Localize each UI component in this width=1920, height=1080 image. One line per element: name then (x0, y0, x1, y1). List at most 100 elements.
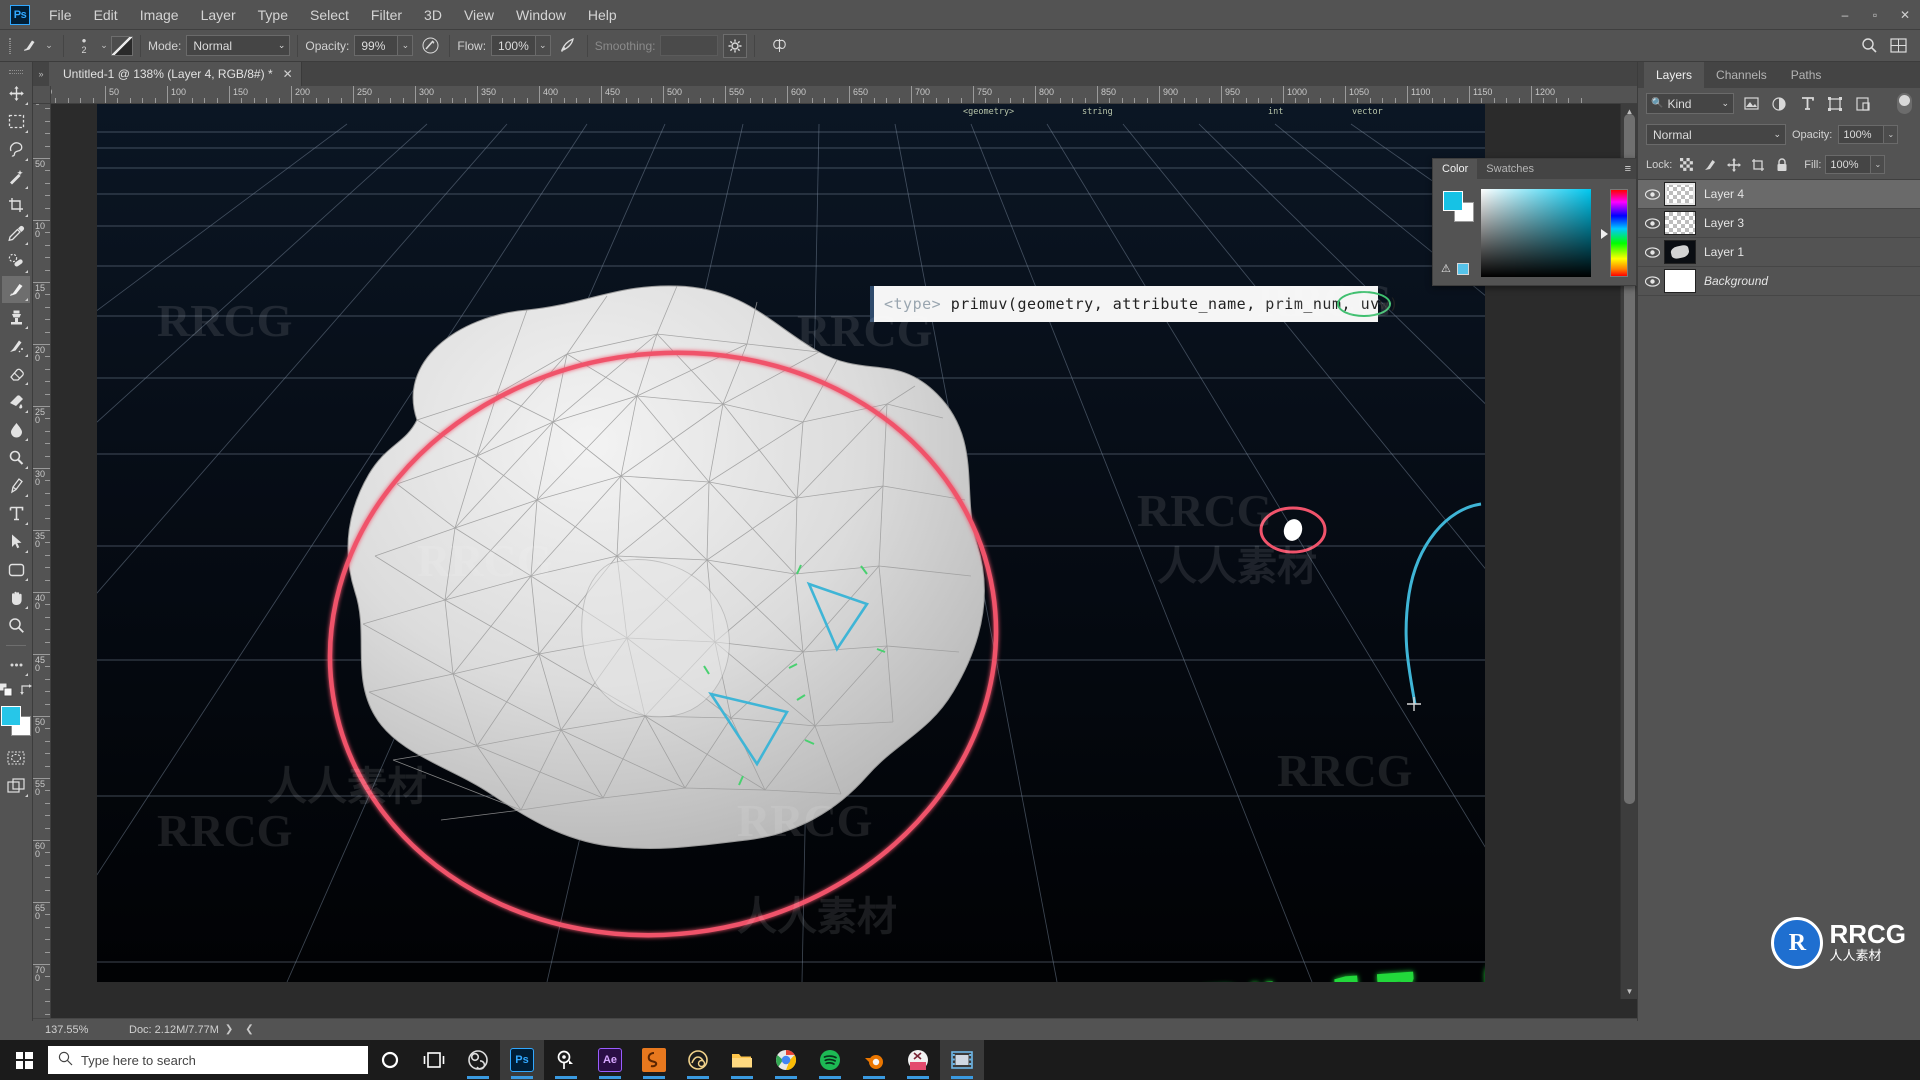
flow-input[interactable]: 100% (491, 35, 536, 56)
swap-colors-icon[interactable] (19, 683, 33, 702)
artboard[interactable]: primuv(1, "P", 17, {0.7,0.4}) <type> pri… (97, 104, 1485, 982)
hand-tool[interactable] (2, 584, 30, 611)
menu-type[interactable]: Type (247, 3, 299, 27)
clone-stamp-tool[interactable] (2, 304, 30, 331)
layer-thumbnail[interactable] (1664, 211, 1696, 235)
video-player-icon[interactable] (940, 1040, 984, 1080)
rectangular-marquee-tool[interactable] (2, 108, 30, 135)
smart-object-filter-icon[interactable] (1852, 93, 1874, 114)
menu-file[interactable]: File (38, 3, 83, 27)
pixel-layers-filter-icon[interactable] (1740, 93, 1762, 114)
symmetry-butterfly-icon[interactable] (767, 34, 791, 58)
brush-preset-icon[interactable] (16, 35, 42, 57)
layer-thumbnail[interactable] (1664, 182, 1696, 206)
smoothing-options-gear-icon[interactable] (723, 34, 747, 58)
search-icon[interactable] (1857, 34, 1881, 58)
gradient-tool[interactable] (2, 388, 30, 415)
layer-visibility-toggle[interactable] (1640, 267, 1664, 295)
tools-panel-grip[interactable] (6, 66, 26, 78)
layer-name[interactable]: Layer 1 (1704, 245, 1744, 259)
document-tab-grip-icon[interactable]: » (33, 62, 49, 86)
menu-3d[interactable]: 3D (413, 3, 453, 27)
layer-name[interactable]: Background (1704, 274, 1768, 288)
cortana-icon[interactable] (368, 1040, 412, 1080)
zoom-level-field[interactable]: 137.55% (33, 1024, 119, 1036)
spotify-icon[interactable] (808, 1040, 852, 1080)
pen-tool[interactable] (2, 472, 30, 499)
brush-size-chevron-down-icon[interactable]: ⌄ (97, 36, 111, 56)
windows-start-icon[interactable] (0, 1040, 48, 1080)
type-layers-filter-icon[interactable] (1796, 93, 1818, 114)
maximize-button[interactable]: ▫ (1860, 0, 1890, 30)
status-expand-icon[interactable]: ❯ (219, 1024, 239, 1035)
menu-view[interactable]: View (453, 3, 505, 27)
tab-color[interactable]: Color (1433, 159, 1477, 179)
eraser-tool[interactable] (2, 360, 30, 387)
layer-fill-chevron-down-icon[interactable]: ⌄ (1871, 155, 1885, 174)
layer-thumbnail[interactable] (1664, 269, 1696, 293)
lock-position-icon[interactable] (1724, 155, 1744, 174)
menu-image[interactable]: Image (129, 3, 190, 27)
canvas-viewport[interactable]: primuv(1, "P", 17, {0.7,0.4}) <type> pri… (51, 104, 1619, 999)
minimize-button[interactable]: – (1830, 0, 1860, 30)
horizontal-ruler[interactable]: 0501001502002503003504004505005506006507… (51, 86, 1637, 104)
opacity-input[interactable]: 99% (354, 35, 398, 56)
smoothing-input[interactable] (660, 35, 718, 56)
zoom-tool[interactable] (2, 612, 30, 639)
brush-settings-panel-icon[interactable] (111, 36, 133, 56)
blur-tool[interactable] (2, 416, 30, 443)
search-input[interactable]: Type here to search (48, 1046, 368, 1074)
layer-visibility-toggle[interactable] (1640, 209, 1664, 237)
lock-image-pixels-icon[interactable] (1700, 155, 1720, 174)
menu-select[interactable]: Select (299, 3, 360, 27)
edit-toolbar-tool[interactable] (2, 651, 30, 678)
tab-paths[interactable]: Paths (1779, 62, 1834, 88)
foreground-color-swatch[interactable] (1, 706, 21, 726)
tab-channels[interactable]: Channels (1704, 62, 1779, 88)
layer-opacity-input[interactable]: 100% (1838, 125, 1884, 144)
dodge-tool[interactable] (2, 444, 30, 471)
layer-opacity-chevron-down-icon[interactable]: ⌄ (1884, 125, 1898, 144)
ruler-origin[interactable] (33, 86, 51, 104)
panel-menu-icon[interactable]: ≡ (1625, 163, 1631, 175)
horizontal-type-tool[interactable] (2, 500, 30, 527)
lock-artboard-icon[interactable] (1748, 155, 1768, 174)
file-explorer-icon[interactable] (720, 1040, 764, 1080)
close-button[interactable]: ✕ (1890, 0, 1920, 30)
menu-window[interactable]: Window (505, 3, 577, 27)
layer-fill-input[interactable]: 100% (1825, 155, 1871, 174)
after-effects-icon[interactable]: Ae (588, 1040, 632, 1080)
layer-blend-mode-select[interactable]: Normal ⌄ (1646, 124, 1786, 145)
status-collapse-icon[interactable]: ❮ (239, 1024, 259, 1035)
color-field-picker[interactable] (1481, 189, 1591, 277)
houdini-icon[interactable] (544, 1040, 588, 1080)
blend-mode-select[interactable]: Normal ⌄ (186, 35, 290, 56)
table-row[interactable]: Background (1638, 267, 1920, 296)
magic-wand-tool[interactable] (2, 164, 30, 191)
path-selection-tool[interactable] (2, 528, 30, 555)
out-of-gamut-warning-icon[interactable]: ⚠ (1441, 262, 1451, 275)
google-chrome-icon[interactable] (764, 1040, 808, 1080)
brush-preset-chevron-down-icon[interactable]: ⌄ (42, 36, 56, 56)
layer-name[interactable]: Layer 3 (1704, 216, 1744, 230)
blender-icon[interactable] (852, 1040, 896, 1080)
obs-studio-icon[interactable] (456, 1040, 500, 1080)
shape-layers-filter-icon[interactable] (1824, 93, 1846, 114)
menu-filter[interactable]: Filter (360, 3, 413, 27)
crop-tool[interactable] (2, 192, 30, 219)
eyedropper-tool[interactable] (2, 220, 30, 247)
default-colors-icon[interactable] (0, 683, 13, 702)
quick-mask-icon[interactable] (2, 744, 30, 771)
menu-layer[interactable]: Layer (190, 3, 247, 27)
opacity-chevron-down-icon[interactable]: ⌄ (398, 35, 413, 56)
color-panel-fgbg[interactable] (1443, 191, 1473, 221)
photoshop-icon[interactable]: Ps (500, 1040, 544, 1080)
gamut-substitute-swatch[interactable] (1457, 263, 1469, 275)
tab-swatches[interactable]: Swatches (1477, 159, 1543, 179)
lock-transparent-pixels-icon[interactable] (1676, 155, 1696, 174)
scroll-down-icon[interactable]: ▼ (1621, 984, 1638, 999)
menu-edit[interactable]: Edit (83, 3, 129, 27)
substance-icon[interactable] (632, 1040, 676, 1080)
history-brush-tool[interactable] (2, 332, 30, 359)
screen-mode-icon[interactable] (2, 772, 30, 799)
